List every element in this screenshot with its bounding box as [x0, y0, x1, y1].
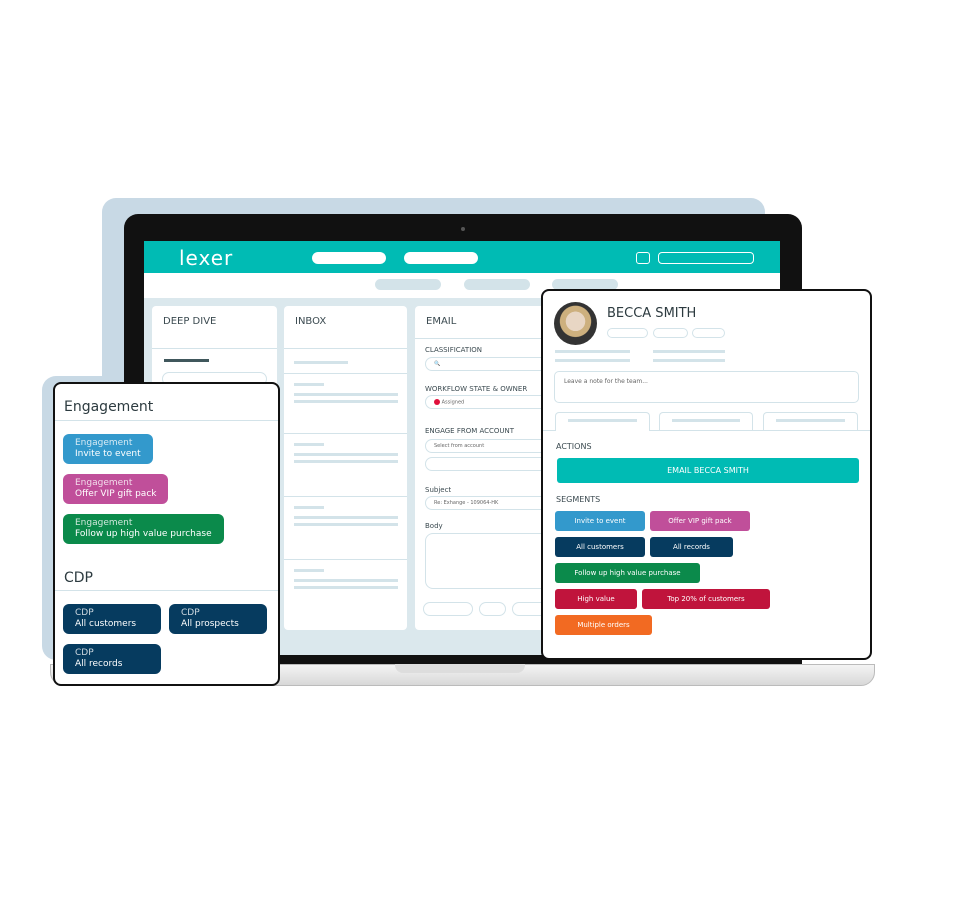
segment-tag[interactable]: Offer VIP gift pack: [650, 511, 750, 531]
segment-tag[interactable]: All customers: [555, 537, 645, 557]
profile-card: BECCA SMITH Leave a note for the team...…: [541, 289, 872, 660]
profile-chip: [607, 328, 648, 338]
engagement-tag[interactable]: Engagement Invite to event: [63, 434, 153, 464]
tag-label: Invite to event: [75, 449, 141, 459]
actions-title: ACTIONS: [556, 442, 592, 451]
nav-search[interactable]: [658, 252, 754, 264]
subject-label: Subject: [425, 486, 452, 494]
profile-tab[interactable]: [763, 412, 858, 430]
sub-tab[interactable]: [375, 279, 441, 290]
tag-kind: Engagement: [75, 478, 133, 488]
lexer-logo: lexer: [179, 246, 234, 270]
tag-kind: CDP: [75, 608, 94, 618]
segment-tag[interactable]: High value: [555, 589, 637, 609]
segment-tag[interactable]: Top 20% of customers: [642, 589, 770, 609]
panel-title: EMAIL: [426, 316, 457, 327]
panel-title: INBOX: [295, 316, 327, 327]
classification-search[interactable]: 🔍: [425, 357, 555, 371]
profile-chip: [692, 328, 725, 338]
cdp-tag[interactable]: CDP All records: [63, 644, 161, 674]
nav-item[interactable]: [312, 252, 386, 264]
camera-icon: [461, 227, 465, 231]
segment-tag[interactable]: All records: [650, 537, 733, 557]
segment-tag[interactable]: Multiple orders: [555, 615, 652, 635]
avatar: [554, 302, 597, 345]
tag-kind: CDP: [181, 608, 200, 618]
inbox-panel: INBOX: [284, 306, 407, 630]
email-panel: EMAIL CLASSIFICATION 🔍 WORKFLOW STATE & …: [415, 306, 555, 630]
email-action-button[interactable]: [479, 602, 506, 616]
laptop-notch: [395, 664, 525, 673]
cdp-tag[interactable]: CDP All customers: [63, 604, 161, 634]
cdp-title: CDP: [64, 570, 93, 586]
segments-title: SEGMENTS: [556, 495, 601, 504]
account-select[interactable]: Select from account: [425, 439, 555, 453]
status-dot: [434, 399, 440, 405]
tag-label: All records: [75, 659, 123, 669]
account-field[interactable]: [425, 457, 555, 471]
nav-icon[interactable]: [636, 252, 650, 264]
profile-chip: [653, 328, 688, 338]
body-input[interactable]: [425, 533, 555, 589]
tag-kind: CDP: [75, 648, 94, 658]
profile-tab[interactable]: [659, 412, 753, 430]
panel-title: DEEP DIVE: [163, 316, 217, 327]
email-action-button[interactable]: [423, 602, 473, 616]
tag-label: All customers: [75, 619, 137, 629]
top-nav: lexer: [144, 241, 780, 273]
sub-tab[interactable]: [464, 279, 530, 290]
profile-name: BECCA SMITH: [607, 306, 697, 321]
tag-label: Offer VIP gift pack: [75, 489, 157, 499]
body-label: Body: [425, 522, 443, 530]
profile-tab[interactable]: [555, 412, 650, 431]
tag-label: All prospects: [181, 619, 239, 629]
workflow-select[interactable]: Assigned: [425, 395, 555, 409]
subject-input[interactable]: Re: Exhange - 109064-HK: [425, 496, 555, 510]
tag-kind: Engagement: [75, 518, 133, 528]
segment-tag[interactable]: Invite to event: [555, 511, 645, 531]
cdp-tag[interactable]: CDP All prospects: [169, 604, 267, 634]
engagement-card: Engagement Engagement Invite to event Enga…: [53, 382, 280, 686]
classification-label: CLASSIFICATION: [425, 346, 482, 354]
engagement-tag[interactable]: Engagement Offer VIP gift pack: [63, 474, 169, 504]
engagement-title: Engagement: [64, 399, 154, 415]
nav-item[interactable]: [404, 252, 478, 264]
workflow-label: WORKFLOW STATE & OWNER: [425, 385, 528, 393]
engagement-tag[interactable]: Engagement Follow up high value purchase: [63, 514, 224, 544]
engage-label: ENGAGE FROM ACCOUNT: [425, 427, 515, 435]
email-becca-button[interactable]: EMAIL BECCA SMITH: [557, 458, 859, 483]
tag-label: Follow up high value purchase: [75, 529, 212, 539]
tag-kind: Engagement: [75, 438, 133, 448]
segment-tag[interactable]: Follow up high value purchase: [555, 563, 700, 583]
note-input[interactable]: Leave a note for the team...: [554, 371, 859, 403]
